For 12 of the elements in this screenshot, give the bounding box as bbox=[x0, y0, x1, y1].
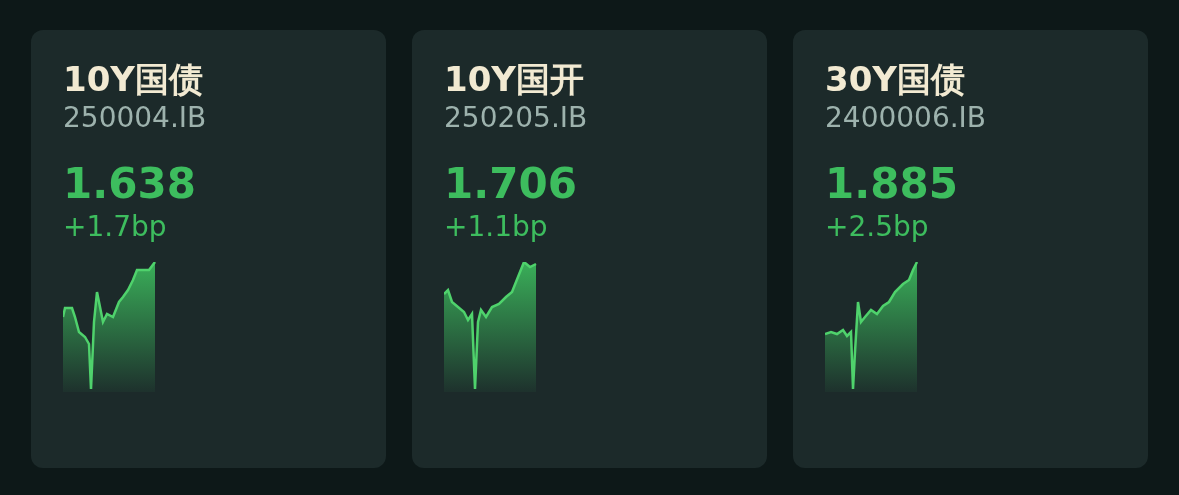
yield-value: 1.638 bbox=[63, 158, 197, 210]
yield-change: +2.5bp bbox=[825, 210, 930, 244]
yield-value: 1.885 bbox=[825, 158, 959, 210]
yield-change: +1.7bp bbox=[63, 210, 168, 244]
yield-value: 1.706 bbox=[444, 158, 578, 210]
bond-title: 30Y国债 bbox=[825, 58, 966, 100]
bond-code: 2400006.IB bbox=[825, 100, 988, 136]
bond-title: 10Y国开 bbox=[444, 58, 585, 100]
yield-change: +1.1bp bbox=[444, 210, 549, 244]
bond-code: 250205.IB bbox=[444, 100, 589, 136]
bond-title: 10Y国债 bbox=[63, 58, 204, 100]
bond-code: 250004.IB bbox=[63, 100, 208, 136]
